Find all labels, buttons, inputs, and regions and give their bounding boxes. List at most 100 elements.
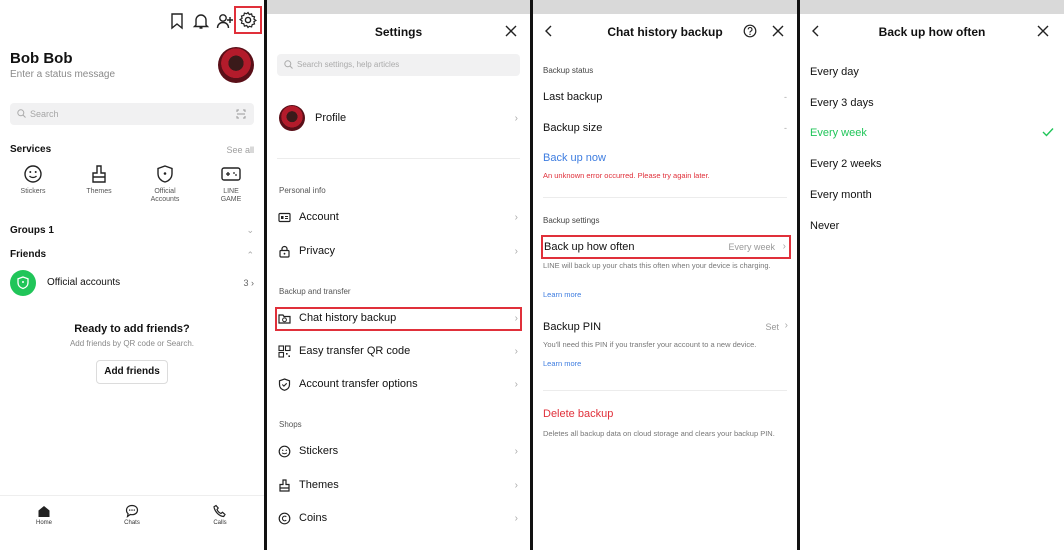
settings-item-label: Account: [299, 211, 339, 223]
service-official-accounts[interactable]: Official Accounts: [138, 164, 192, 204]
smiley-icon: [278, 445, 291, 458]
chevron-right-icon: ›: [251, 278, 254, 288]
page-title: Back up how often: [878, 25, 986, 39]
backup-pin-value[interactable]: Set: [765, 322, 779, 332]
back-up-now-button[interactable]: Back up now: [543, 152, 606, 164]
settings-panel: Settings Search settings, help articles …: [267, 0, 530, 550]
add-friend-icon[interactable]: [216, 12, 234, 30]
gamepad-icon: [221, 167, 241, 181]
tab-calls[interactable]: Calls: [195, 504, 245, 526]
learn-more-link[interactable]: Learn more: [543, 290, 581, 299]
close-icon[interactable]: [771, 24, 785, 38]
page-title: Settings: [374, 25, 423, 39]
service-label: LINE GAME: [220, 188, 242, 203]
option-every-3-days[interactable]: Every 3 days: [810, 97, 874, 109]
service-themes[interactable]: Themes: [72, 164, 126, 196]
smiley-icon: [24, 165, 42, 183]
checkmark-icon: [1042, 127, 1054, 137]
how-often-description: LINE will back up your chats this often …: [543, 261, 771, 270]
services-title: Services: [10, 144, 52, 155]
profile-name[interactable]: Bob Bob: [10, 50, 72, 67]
bookmark-icon[interactable]: [168, 12, 186, 30]
friends-label[interactable]: Friends: [10, 249, 46, 260]
home-icon: [38, 506, 50, 517]
settings-item-coins[interactable]: Coins ›: [275, 507, 522, 531]
lock-icon: [279, 245, 290, 258]
learn-more-link-2[interactable]: Learn more: [543, 359, 581, 368]
settings-item-label: Coins: [299, 512, 328, 524]
chevron-right-icon: ›: [514, 513, 518, 524]
groups-label[interactable]: Groups 1: [10, 225, 54, 236]
last-backup-value: -: [784, 92, 787, 102]
service-label: Official Accounts: [150, 188, 180, 203]
how-often-row[interactable]: Back up how often Every week ›: [541, 235, 791, 259]
search-icon: [284, 60, 293, 69]
search-placeholder: Search: [30, 109, 59, 119]
service-line-game[interactable]: LINE GAME: [204, 164, 258, 204]
close-icon[interactable]: [1036, 24, 1050, 38]
chevron-right-icon: ›: [514, 379, 518, 390]
backup-settings-label: Backup settings: [543, 216, 600, 225]
search-input[interactable]: Search: [10, 103, 254, 125]
chevron-down-icon[interactable]: ⌄: [246, 225, 254, 236]
settings-item-account-transfer[interactable]: Account transfer options ›: [275, 373, 522, 397]
help-icon[interactable]: [743, 24, 757, 38]
id-card-icon: [278, 212, 291, 223]
shield-check-icon: [278, 378, 291, 391]
scan-icon[interactable]: [236, 109, 246, 119]
option-every-2-weeks[interactable]: Every 2 weeks: [810, 158, 882, 170]
option-every-month[interactable]: Every month: [810, 189, 872, 201]
tab-chats[interactable]: Chats: [107, 504, 157, 526]
settings-item-account[interactable]: Account ›: [275, 206, 522, 230]
add-friends-button[interactable]: Add friends: [96, 360, 168, 384]
official-accounts-count[interactable]: 3 ›: [243, 278, 254, 288]
settings-item-privacy[interactable]: Privacy ›: [275, 240, 522, 264]
chevron-right-icon: ›: [784, 320, 788, 331]
profile-row[interactable]: Profile ›: [275, 104, 522, 134]
chat-icon: [125, 504, 139, 518]
official-accounts-label[interactable]: Official accounts: [47, 277, 120, 288]
status-bar: [267, 0, 530, 14]
tab-label: Chats: [124, 520, 140, 526]
service-stickers[interactable]: Stickers: [6, 164, 60, 196]
backup-pin-label[interactable]: Backup PIN: [543, 321, 787, 333]
settings-item-chat-history-backup[interactable]: Chat history backup ›: [275, 307, 522, 331]
avatar[interactable]: [218, 47, 254, 83]
ready-title: Ready to add friends?: [74, 323, 190, 335]
page-title: Chat history backup: [607, 25, 723, 39]
frequency-panel: Back up how often Every day Every 3 days…: [800, 0, 1064, 550]
chevron-up-icon[interactable]: ⌃: [246, 250, 254, 261]
avatar: [279, 105, 305, 131]
close-icon[interactable]: [504, 24, 518, 38]
group-label-personal-info: Personal info: [279, 186, 326, 195]
status-message[interactable]: Enter a status message: [10, 69, 115, 80]
delete-backup-button[interactable]: Delete backup: [543, 408, 613, 420]
settings-item-label: Easy transfer QR code: [299, 345, 411, 357]
tab-home[interactable]: Home: [19, 504, 69, 526]
option-every-week[interactable]: Every week: [810, 127, 867, 139]
chevron-right-icon: ›: [514, 313, 518, 324]
settings-item-easy-transfer[interactable]: Easy transfer QR code ›: [275, 340, 522, 364]
search-placeholder: Search settings, help articles: [297, 60, 400, 69]
settings-item-themes[interactable]: Themes ›: [275, 474, 522, 498]
chevron-right-icon: ›: [514, 446, 518, 457]
error-message: An unknown error occurred. Please try ag…: [543, 171, 710, 180]
settings-search-input[interactable]: Search settings, help articles: [277, 54, 520, 76]
settings-gear-icon[interactable]: [234, 6, 262, 34]
settings-item-stickers[interactable]: Stickers ›: [275, 440, 522, 464]
option-every-day[interactable]: Every day: [810, 66, 859, 78]
count-value: 3: [243, 278, 249, 288]
phone-icon: [213, 504, 226, 518]
see-all-link[interactable]: See all: [226, 145, 254, 155]
option-never[interactable]: Never: [810, 220, 839, 232]
group-label-shops: Shops: [279, 420, 302, 429]
backup-panel: Chat history backup Backup status Last b…: [533, 0, 797, 550]
how-often-value: Every week: [728, 242, 775, 252]
chevron-right-icon: ›: [514, 480, 518, 491]
home-panel: Bob Bob Enter a status message Search Se…: [0, 0, 264, 550]
backup-pin-description: You'll need this PIN if you transfer you…: [543, 340, 757, 349]
tab-label: Calls: [213, 520, 227, 526]
backup-size-label: Backup size: [543, 122, 603, 134]
bell-icon[interactable]: [192, 12, 210, 30]
delete-backup-description: Deletes all backup data on cloud storage…: [543, 429, 775, 438]
